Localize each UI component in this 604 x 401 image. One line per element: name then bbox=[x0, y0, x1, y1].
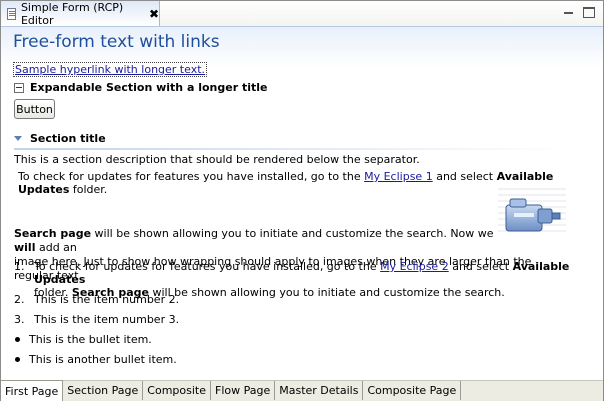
search-text-2: add an bbox=[35, 241, 77, 254]
section-header: Section title bbox=[14, 132, 106, 145]
my-eclipse-1-link[interactable]: My Eclipse 1 bbox=[364, 170, 433, 183]
editor-tab-bar: Simple Form (RCP) Editor ✖ bbox=[1, 1, 603, 27]
update-manager-image bbox=[498, 188, 566, 232]
window-controls bbox=[563, 7, 595, 18]
search-text-1: will be shown allowing you to initiate a… bbox=[91, 227, 494, 240]
tab-first-page[interactable]: First Page bbox=[1, 380, 64, 401]
tab-flow-page[interactable]: Flow Page bbox=[211, 381, 276, 400]
list-item-middle: and select bbox=[448, 260, 513, 273]
bullet-icon bbox=[15, 357, 20, 362]
tab-section-page[interactable]: Section Page bbox=[63, 381, 144, 400]
form-body: Free-form text with links Sample hyperli… bbox=[1, 27, 603, 380]
form-title: Free-form text with links bbox=[13, 32, 220, 52]
expandable-section-title[interactable]: Expandable Section with a longer title bbox=[30, 81, 268, 94]
list-item-prefix: To check for updates for features you ha… bbox=[34, 260, 381, 273]
list-item-text: This is the item number 3. bbox=[34, 313, 180, 326]
updates-middle: and select bbox=[432, 170, 497, 183]
section-twistie-icon[interactable] bbox=[14, 136, 22, 141]
editor-tab[interactable]: Simple Form (RCP) Editor ✖ bbox=[1, 0, 160, 27]
list-item-text: This is the item number 2. bbox=[34, 293, 180, 306]
list-item-number: 1. bbox=[14, 260, 25, 273]
updates-prefix: To check for updates for features you ha… bbox=[18, 170, 365, 183]
tab-composite[interactable]: Composite bbox=[143, 381, 211, 400]
section-description: This is a section description that shoul… bbox=[14, 153, 420, 166]
sample-hyperlink[interactable]: Sample hyperlink with longer text. bbox=[13, 62, 208, 77]
expandable-section-header: Expandable Section with a longer title bbox=[14, 81, 268, 94]
editor-tab-title: Simple Form (RCP) Editor bbox=[20, 0, 124, 27]
close-icon[interactable]: ✖ bbox=[149, 7, 159, 21]
list-item-text: This is another bullet item. bbox=[29, 353, 177, 366]
my-eclipse-2-link[interactable]: My Eclipse 2 bbox=[380, 260, 449, 273]
minimize-icon[interactable] bbox=[563, 7, 575, 18]
list-item-text: This is the bullet item. bbox=[29, 333, 152, 346]
form-button[interactable]: Button bbox=[14, 99, 55, 119]
updates-suffix: folder. bbox=[69, 183, 108, 196]
section-separator bbox=[14, 148, 574, 150]
section-title[interactable]: Section title bbox=[30, 132, 106, 145]
page-tab-bar: First Page Section Page Composite Flow P… bbox=[1, 380, 603, 401]
search-page-label: Search page bbox=[14, 227, 92, 240]
list-item-number: 3. bbox=[14, 313, 25, 326]
editor-file-icon bbox=[7, 7, 16, 20]
tab-master-details[interactable]: Master Details bbox=[275, 381, 364, 400]
maximize-icon[interactable] bbox=[583, 7, 595, 18]
tab-composite-page[interactable]: Composite Page bbox=[363, 381, 462, 400]
editor-frame: Simple Form (RCP) Editor ✖ Free-form tex… bbox=[0, 0, 604, 401]
will-label: will bbox=[14, 241, 36, 254]
list-item-number: 2. bbox=[14, 293, 25, 306]
bullet-icon bbox=[15, 337, 20, 342]
collapse-toggle-icon[interactable] bbox=[14, 82, 24, 93]
